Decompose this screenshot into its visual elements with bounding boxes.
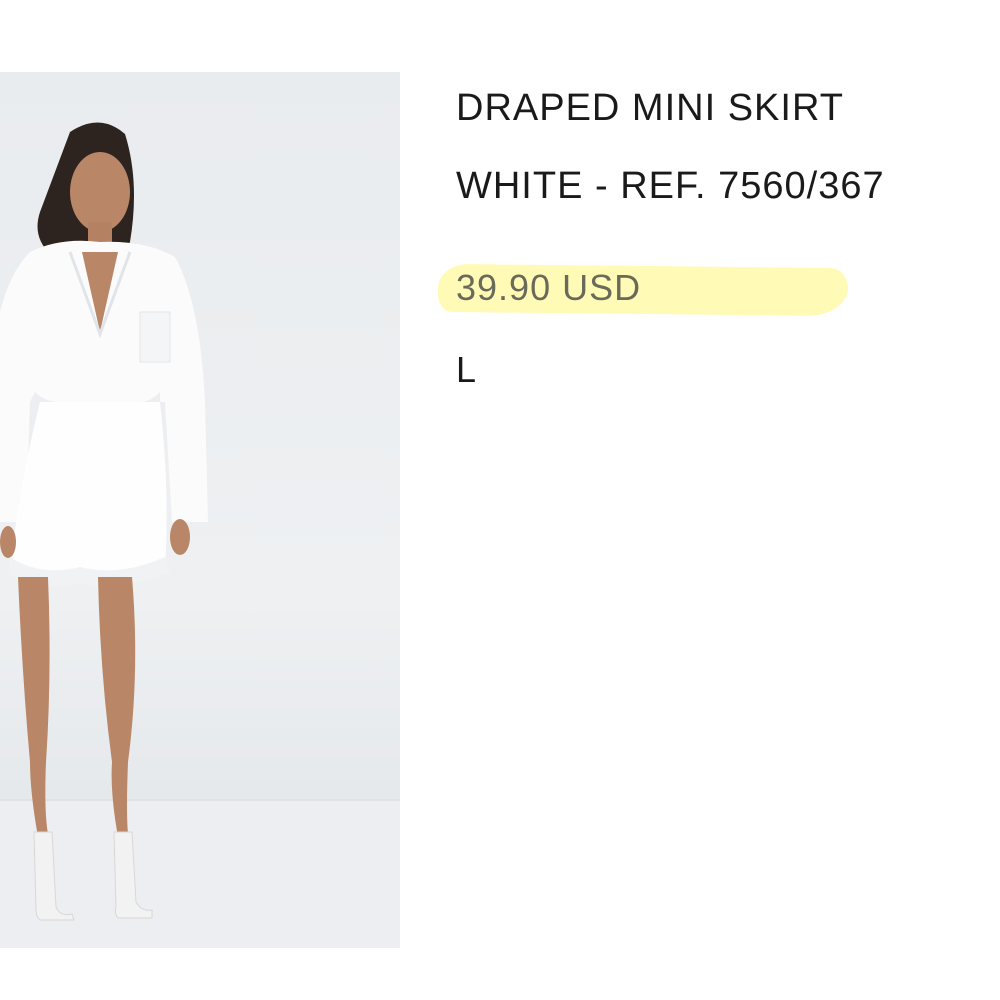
product-name: DRAPED MINI SKIRT — [456, 87, 844, 129]
model-illustration — [0, 122, 400, 948]
product-price: 39.90 USD — [456, 267, 642, 308]
selected-size[interactable]: L — [456, 348, 976, 392]
product-info: DRAPED MINI SKIRT WHITE - REF. 7560/367 … — [437, 86, 976, 392]
price-container: 39.90 USD — [437, 263, 976, 320]
product-page: DRAPED MINI SKIRT WHITE - REF. 7560/367 … — [0, 0, 1000, 1000]
product-photo[interactable] — [0, 72, 400, 948]
product-color-reference: WHITE - REF. 7560/367 — [456, 165, 885, 207]
